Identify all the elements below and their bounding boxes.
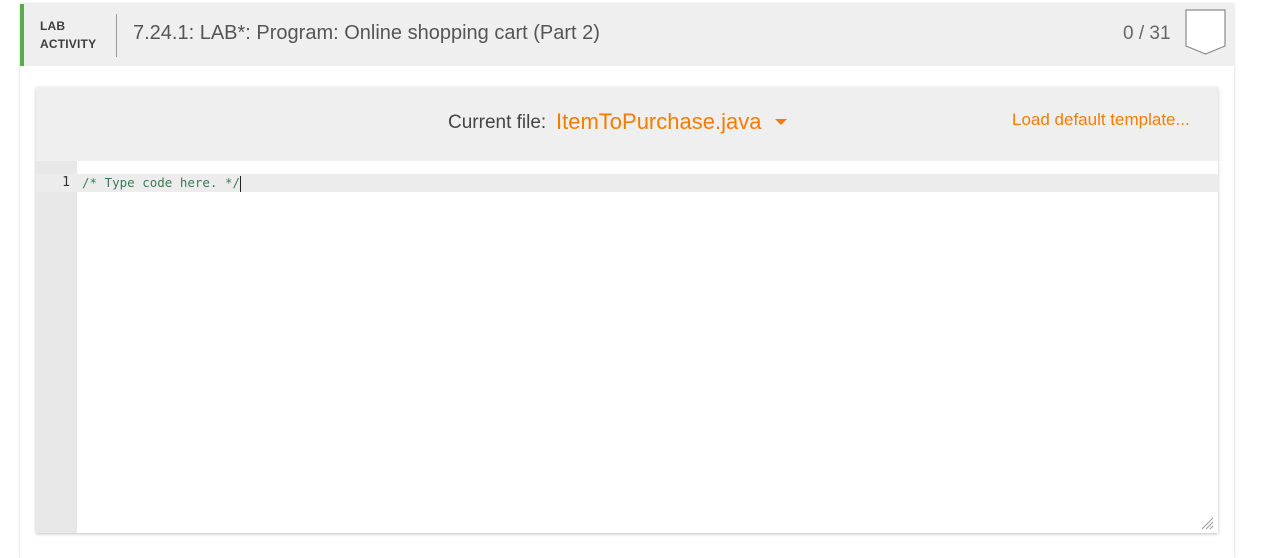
activity-type-label: LAB ACTIVITY [40,17,96,53]
lab-activity: LAB ACTIVITY 7.24.1: LAB*: Program: Onli… [20,4,1234,558]
code-text[interactable]: /* Type code here. */ [82,175,240,190]
text-cursor [240,175,242,192]
code-line[interactable]: /* Type code here. */ [82,174,242,192]
load-default-template-link[interactable]: Load default template... [1012,110,1190,130]
resize-handle-icon[interactable] [1200,516,1214,530]
file-bar: Current file: ItemToPurchase.java Load d… [36,87,1218,157]
current-file-label: Current file: [448,112,547,133]
score-counter: 0 / 31 [1123,23,1171,44]
file-selector-dropdown[interactable]: ItemToPurchase.java [556,107,788,137]
header-divider [116,14,117,57]
current-file-name[interactable]: ItemToPurchase.java [556,109,761,135]
chevron-down-icon[interactable] [775,119,788,125]
completion-badge-icon [1185,9,1226,55]
code-editor-panel: Current file: ItemToPurchase.java Load d… [36,87,1218,533]
activity-type-line2: ACTIVITY [40,37,97,51]
code-editor[interactable]: 1 /* Type code here. */ [36,161,1218,533]
line-number: 1 [62,175,70,190]
activity-title: 7.24.1: LAB*: Program: Online shopping c… [133,22,600,44]
activity-header: LAB ACTIVITY 7.24.1: LAB*: Program: Onli… [20,4,1234,66]
line-number-gutter [36,161,77,533]
activity-type-line1: LAB [40,19,66,33]
